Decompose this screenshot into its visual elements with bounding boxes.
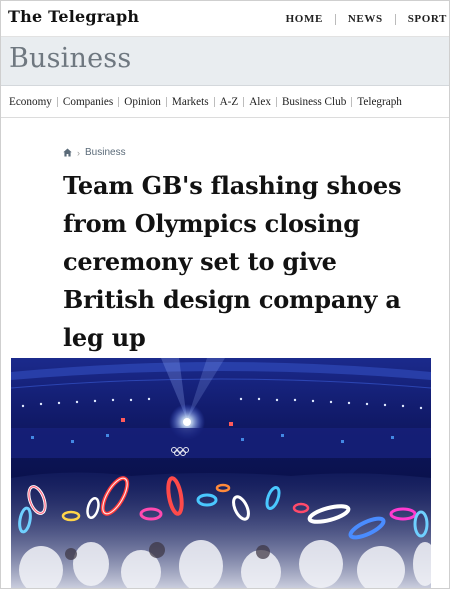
- home-icon[interactable]: [63, 148, 72, 157]
- top-nav-home[interactable]: HOME: [274, 13, 335, 25]
- top-nav-news[interactable]: NEWS: [336, 13, 395, 25]
- top-nav: HOME NEWS SPORT: [274, 13, 449, 25]
- section-title[interactable]: Business: [9, 43, 131, 74]
- top-nav-sport[interactable]: SPORT: [396, 13, 449, 25]
- site-header: The Telegraph HOME NEWS SPORT: [1, 1, 449, 37]
- breadcrumb-business-link[interactable]: Business: [85, 147, 126, 158]
- page-frame: The Telegraph HOME NEWS SPORT Business E…: [0, 0, 450, 589]
- section-banner: Business: [1, 37, 449, 86]
- section-nav: Economy Companies Opinion Markets A-Z Al…: [1, 86, 449, 118]
- chevron-right-icon: ›: [77, 147, 80, 158]
- article-headline: Team GB's flashing shoes from Olympics c…: [63, 171, 402, 352]
- section-nav-a-z[interactable]: A-Z: [215, 96, 244, 108]
- section-nav-companies[interactable]: Companies: [58, 96, 118, 108]
- article-hero-image[interactable]: [11, 358, 431, 588]
- section-nav-telegraph[interactable]: Telegraph: [352, 96, 407, 108]
- breadcrumb: › Business: [63, 147, 126, 158]
- telegraph-logo[interactable]: The Telegraph: [8, 7, 139, 26]
- section-nav-economy[interactable]: Economy: [1, 96, 57, 108]
- section-nav-alex[interactable]: Alex: [244, 96, 276, 108]
- section-nav-business-club[interactable]: Business Club: [277, 96, 351, 108]
- section-nav-markets[interactable]: Markets: [167, 96, 214, 108]
- section-nav-opinion[interactable]: Opinion: [119, 96, 166, 108]
